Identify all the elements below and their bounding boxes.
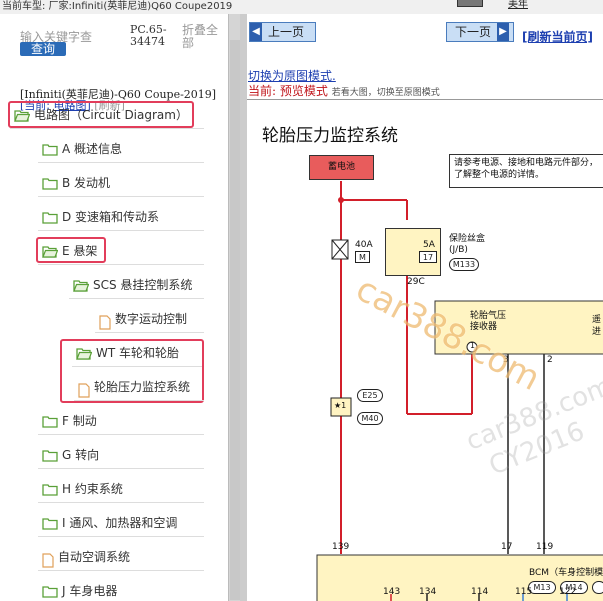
tree-separator (38, 162, 204, 163)
bcm-bottom-pin: 134 (419, 587, 437, 597)
folder-icon (42, 585, 58, 598)
connector-e25: E25 (357, 389, 383, 402)
tree-separator (38, 434, 204, 435)
tree-item-label: B 发动机 (62, 176, 111, 190)
tree-item-label: J 车身电器 (62, 584, 118, 598)
tree-item[interactable]: 轮胎压力监控系统 (78, 373, 190, 401)
bcm-bottom-pin: 115 (515, 587, 533, 597)
bcm-label: BCM（车身控制模块） (529, 568, 603, 578)
tree-separator (38, 264, 204, 265)
tree-separator (38, 230, 204, 231)
tree-item-label: I 通风、加热器和空调 (62, 516, 178, 530)
bcm-bottom-pin: 143 (383, 587, 401, 597)
tree-item[interactable]: D 变速箱和传动系 (42, 203, 159, 231)
fuse-5a-label: 5A (423, 240, 435, 250)
document-icon (99, 312, 111, 330)
tree-item[interactable]: H 约束系统 (42, 475, 123, 503)
connector-star1-label: ★1 (334, 401, 347, 410)
receiver-pin1-label: 1 (470, 341, 476, 350)
tree-item[interactable]: 自动空调系统 (42, 543, 130, 571)
fuse-17-label: 17 (419, 251, 437, 263)
model-code: PC.65-34474 (130, 23, 167, 48)
connector-m40: M40 (357, 412, 383, 425)
pane-divider[interactable] (240, 14, 247, 601)
battery-box: 蓄电池 (309, 155, 374, 180)
tpms-receiver-box (434, 300, 603, 355)
tree-item[interactable]: F 制动 (42, 407, 97, 435)
tree-item-label: D 变速箱和传动系 (62, 210, 160, 224)
tree-item-label: G 转向 (62, 448, 100, 462)
tree-item[interactable]: 数字运动控制 (99, 305, 187, 333)
bcm-pin-139: 139 (332, 542, 350, 552)
tree-separator (74, 400, 204, 401)
folder-icon (42, 517, 58, 530)
content-pane: ◀ 上一页 下一页 ▶ [刷新当前页] 切换为原图模式. 当前: 预览模式 若看… (247, 14, 603, 601)
folder-icon (42, 449, 58, 462)
toolbar-label[interactable]: 美年 (508, 0, 528, 10)
tree-separator (95, 332, 204, 333)
tree-separator (38, 196, 204, 197)
fuse-40a-label: 40A (355, 240, 373, 250)
tree-separator (38, 502, 204, 503)
bcm-bottom-pin: 114 (471, 587, 489, 597)
tree-separator (69, 298, 204, 299)
bcm-bottom-pin: 122 (559, 587, 577, 597)
search-button[interactable]: 查询 (20, 42, 66, 56)
folder-icon (42, 177, 58, 190)
tree-separator (38, 536, 204, 537)
remote-label-2: 进 (592, 327, 602, 337)
connector-m13: M13 (528, 581, 556, 594)
folder-icon (42, 483, 58, 496)
tree-item[interactable]: I 通风、加热器和空调 (42, 509, 177, 537)
receiver-pin3-label: 3 (503, 355, 509, 365)
tree-item-label: A 概述信息 (62, 142, 123, 156)
fuse-box-label: 保险丝盒(J/B) (449, 234, 486, 255)
tree-item[interactable]: B 发动机 (42, 169, 110, 197)
document-icon (42, 550, 54, 568)
vehicle-status-text: 当前车型: 厂家:Infiniti(英菲尼迪)Q60 Coupe2019 (2, 1, 233, 12)
tree-separator (38, 570, 204, 571)
tree-item-label: H 约束系统 (62, 482, 123, 496)
collapse-all-link[interactable]: 折叠全部 (182, 24, 226, 50)
toolbar-icon-button[interactable] (457, 0, 483, 7)
tree-item[interactable]: G 转向 (42, 441, 99, 469)
junction-dot (338, 197, 344, 203)
receiver-pin2-label: 2 (547, 355, 553, 365)
tree-item-label: 自动空调系统 (58, 550, 131, 564)
highlight-box (36, 237, 106, 263)
tree-separator (10, 128, 204, 129)
bcm-pin-17: 17 (501, 542, 513, 552)
tree-item-label: 数字运动控制 (115, 312, 188, 326)
connector-29c: 29C (407, 277, 425, 287)
folder-icon (42, 211, 58, 224)
tree-item-label: SCS 悬挂控制系统 (93, 278, 193, 292)
tree-item-label: 轮胎压力监控系统 (94, 380, 191, 394)
power-note: 请参考电源、接地和电路元件部分，了解整个电源的详情。 (449, 154, 603, 188)
tree-item[interactable]: SCS 悬挂控制系统 (73, 271, 192, 299)
connector-m133: M133 (449, 258, 479, 271)
tree-item[interactable]: A 概述信息 (42, 135, 122, 163)
receiver-label-2: 接收器 (470, 322, 498, 332)
highlight-box (8, 101, 194, 128)
fuse-m-label: M (355, 251, 370, 263)
document-icon (78, 380, 90, 398)
tree-item[interactable]: J 车身电器 (42, 577, 117, 601)
tree-separator (38, 468, 204, 469)
sidebar: 查询 PC.65-34474 折叠全部 [Infiniti(英菲尼迪)-Q60 … (0, 14, 244, 601)
connector-m-extra (592, 581, 603, 594)
scrollbar-thumb[interactable] (230, 40, 240, 600)
folder-icon (42, 415, 58, 428)
folder-open-icon (73, 279, 89, 292)
bcm-pin-119: 119 (536, 542, 554, 552)
wiring-diagram[interactable] (247, 14, 603, 601)
folder-icon (42, 143, 58, 156)
tree-item-label: F 制动 (62, 414, 97, 428)
